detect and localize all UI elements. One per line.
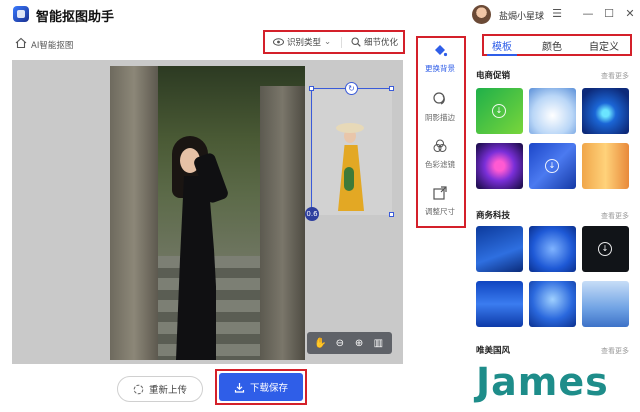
zoom-in-icon[interactable]: ⊕	[353, 337, 366, 350]
download-icon: ↓	[492, 104, 506, 118]
resize-icon	[433, 186, 447, 200]
download-icon: ↓	[598, 242, 612, 256]
eye-icon	[273, 38, 284, 46]
resize-handle[interactable]	[309, 86, 314, 91]
view-more-link[interactable]: 查看更多	[601, 71, 629, 81]
user-name[interactable]: 盐焗小星球	[499, 9, 544, 22]
tool-label: 色彩滤镜	[425, 160, 455, 169]
user-avatar[interactable]	[472, 5, 491, 24]
section-title: 唯美国风	[476, 346, 511, 356]
hand-icon[interactable]: ✋	[314, 337, 327, 350]
refine-button[interactable]: 细节优化	[351, 34, 398, 50]
paint-bucket-icon	[435, 45, 448, 57]
tab-custom[interactable]: 自定义	[589, 38, 619, 53]
resize-handle[interactable]	[389, 86, 394, 91]
chevron-down-icon: ⌄	[324, 37, 332, 47]
watermark: James	[476, 360, 609, 404]
tool-label: 更换背景	[425, 64, 455, 73]
refresh-icon	[133, 384, 144, 394]
shadow-icon	[433, 92, 445, 105]
template-thumb[interactable]	[476, 143, 523, 189]
maximize-icon[interactable]: ☐	[601, 6, 617, 22]
zoom-toolbar: ✋ ⊖ ⊕ ▥	[307, 332, 392, 354]
app-logo-icon	[13, 6, 29, 22]
compare-icon[interactable]: ▥	[372, 337, 385, 350]
minimize-icon[interactable]: —	[580, 6, 596, 22]
view-more-link[interactable]: 查看更多	[601, 211, 629, 221]
tool-color-filter[interactable]: 色彩滤镜	[418, 138, 462, 170]
template-thumb[interactable]: ↓	[582, 226, 629, 272]
rotate-handle-icon[interactable]: ↻	[345, 82, 358, 95]
active-tab-indicator	[487, 54, 517, 56]
download-icon	[234, 382, 245, 393]
download-button[interactable]: 下载保存	[219, 373, 303, 401]
tool-change-background[interactable]: 更换背景	[418, 42, 462, 74]
download-icon: ↓	[545, 159, 559, 173]
recognize-type-dropdown[interactable]: 识别类型 ⌄	[273, 34, 331, 50]
template-thumb[interactable]: ↓	[476, 88, 523, 134]
close-icon[interactable]: ✕	[622, 6, 638, 22]
tab-template[interactable]: 模板	[492, 38, 512, 53]
template-thumb[interactable]	[529, 281, 576, 327]
tab-color[interactable]: 颜色	[542, 38, 562, 53]
menu-icon[interactable]: ☰	[549, 6, 565, 22]
tool-resize[interactable]: 调整尺寸	[418, 185, 462, 217]
reupload-button[interactable]: 重新上传	[117, 376, 203, 402]
divider	[341, 37, 342, 48]
template-thumb[interactable]	[529, 88, 576, 134]
recognize-type-label: 识别类型	[287, 38, 322, 48]
home-icon[interactable]	[15, 37, 27, 49]
section-title: 电商促销	[476, 71, 511, 81]
download-label: 下载保存	[249, 383, 288, 394]
photo-preview[interactable]	[110, 66, 305, 360]
template-thumb[interactable]	[476, 281, 523, 327]
cutout-layer[interactable]	[311, 88, 392, 215]
template-thumb[interactable]	[582, 281, 629, 327]
scale-handle[interactable]: 0.6	[305, 207, 319, 221]
template-thumb[interactable]	[582, 143, 629, 189]
tool-label: 调整尺寸	[425, 207, 455, 216]
breadcrumb[interactable]: AI智能抠图	[31, 39, 73, 51]
resize-handle[interactable]	[389, 212, 394, 217]
app-title: 智能抠图助手	[36, 10, 115, 25]
zoom-out-icon[interactable]: ⊖	[333, 337, 346, 350]
template-thumb[interactable]	[529, 226, 576, 272]
tool-label: 阴影描边	[425, 113, 455, 122]
section-title: 商务科技	[476, 211, 511, 221]
view-more-link[interactable]: 查看更多	[601, 346, 629, 356]
filter-icon	[433, 139, 447, 152]
magnifier-icon	[351, 37, 361, 47]
template-thumb[interactable]	[582, 88, 629, 134]
refine-label: 细节优化	[364, 38, 399, 48]
template-thumb[interactable]	[476, 226, 523, 272]
tool-shadow-outline[interactable]: 阴影描边	[418, 91, 462, 123]
reupload-label: 重新上传	[148, 385, 187, 396]
template-thumb[interactable]: ↓	[529, 143, 576, 189]
